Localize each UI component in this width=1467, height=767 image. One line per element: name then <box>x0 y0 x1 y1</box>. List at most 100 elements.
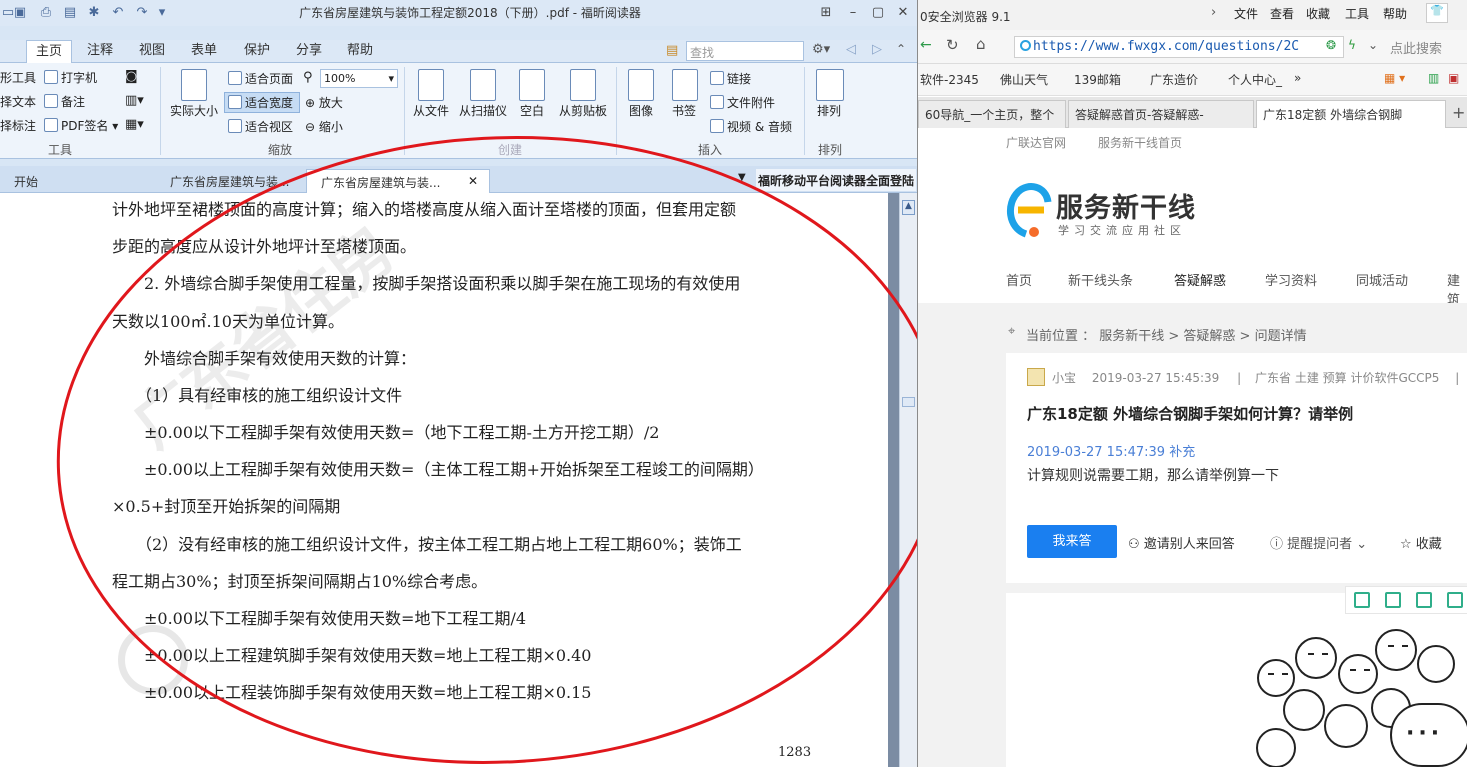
save-icon[interactable]: ▣ <box>12 5 28 21</box>
zoom-out-button[interactable]: ⊖ 缩小 <box>305 118 343 135</box>
nav-headlines[interactable]: 新干线头条 <box>1068 270 1133 289</box>
bookmark-button[interactable]: 书签 <box>672 102 696 119</box>
question-user[interactable]: 小宝 <box>1052 371 1076 385</box>
fullscreen-icon[interactable] <box>1385 592 1401 608</box>
avatar[interactable] <box>1027 368 1045 386</box>
nav-learning[interactable]: 学习资料 <box>1265 270 1317 289</box>
tab-help[interactable]: 帮助 <box>340 40 380 63</box>
bookmark-item[interactable]: 139邮箱 <box>1074 71 1121 88</box>
tab-share[interactable]: 分享 <box>289 40 329 63</box>
gear-icon[interactable]: ⚙▾ <box>812 42 830 57</box>
menu-help[interactable]: 帮助 <box>1383 5 1407 22</box>
skin-icon[interactable]: 👕 <box>1426 3 1448 23</box>
bookmark-item[interactable]: 个人中心_ <box>1228 71 1282 88</box>
dropdown-icon[interactable]: ⌄ <box>1368 38 1378 52</box>
doc-tab-active[interactable]: 广东省房屋建筑与装... <box>306 169 490 193</box>
bookmark-item[interactable]: 软件-2345 <box>920 71 979 88</box>
lightning-icon[interactable]: ϟ <box>1348 38 1356 52</box>
nav-qa[interactable]: 答疑解惑 <box>1174 270 1226 289</box>
copy-icon[interactable] <box>1354 592 1370 608</box>
from-file-button[interactable]: 从文件 <box>413 102 449 119</box>
video-audio-button[interactable]: 视频 & 音频 <box>710 118 792 135</box>
nav-home[interactable]: 首页 <box>1006 270 1032 289</box>
tab-list-icon[interactable]: ▼ <box>738 172 746 183</box>
fit-view-button[interactable]: 适合视区 <box>228 118 293 135</box>
undo-icon[interactable]: ↶ <box>110 5 126 21</box>
tab-form[interactable]: 表单 <box>184 40 224 63</box>
bookmark-item[interactable]: 广东造价 <box>1150 71 1198 88</box>
tab-view[interactable]: 视图 <box>132 40 172 63</box>
vertical-scrollbar[interactable]: ▲ <box>899 193 917 767</box>
menu-file[interactable]: 文件 <box>1234 5 1258 22</box>
browser-tab-active[interactable]: 广东18定额 外墙综合钢脚 <box>1256 100 1446 128</box>
new-tab-icon[interactable]: + <box>1452 103 1465 122</box>
site-logo[interactable]: 服务新干线 <box>1056 186 1196 225</box>
format-icon[interactable]: ▦▾ <box>125 117 144 132</box>
shape-tool[interactable]: 形工具 <box>0 69 36 86</box>
pdf-sign-button[interactable]: PDF签名 ▾ <box>44 117 118 134</box>
search-box[interactable]: 点此搜索 <box>1386 36 1467 58</box>
collapse-ribbon-icon[interactable]: ⌃ <box>896 42 906 56</box>
camera-icon[interactable]: ◙ <box>125 69 138 84</box>
close-button[interactable]: ✕ <box>892 3 914 23</box>
zoom-in-button[interactable]: ⊕ 放大 <box>305 94 343 111</box>
scroll-up-icon[interactable]: ▲ <box>902 200 915 215</box>
redo-icon[interactable]: ↷ <box>134 5 150 21</box>
menu-view[interactable]: 查看 <box>1270 5 1294 22</box>
search-input[interactable]: 查找 <box>686 41 804 61</box>
invite-button[interactable]: ⚇ 邀请别人来回答 <box>1128 533 1235 552</box>
chevron-right-icon[interactable]: › <box>1211 5 1216 20</box>
image-button[interactable]: 图像 <box>629 102 653 119</box>
tab-protect[interactable]: 保护 <box>237 40 277 63</box>
from-clipboard-button[interactable]: 从剪贴板 <box>559 102 607 119</box>
refresh-icon[interactable]: ↻ <box>946 36 959 54</box>
clipboard-icon[interactable]: ▥▾ <box>125 93 144 108</box>
nav-events[interactable]: 同城活动 <box>1356 270 1408 289</box>
layout-icon[interactable]: ⊞ <box>815 3 837 23</box>
remind-button[interactable]: ⓘ 提醒提问者 ⌄ <box>1270 533 1367 552</box>
arrange-button[interactable]: 排列 <box>817 102 841 119</box>
ad-icon[interactable]: ▣ <box>1448 71 1459 85</box>
top-link[interactable]: 广联达官网 <box>1006 134 1066 151</box>
blank-button[interactable]: 空白 <box>520 102 544 119</box>
actual-size-button[interactable]: 实际大小 <box>170 102 218 119</box>
link-button[interactable]: 链接 <box>710 70 751 87</box>
note-button[interactable]: 备注 <box>44 93 85 110</box>
address-bar[interactable]: https://www.fwxgx.com/questions/2C <box>1014 36 1344 58</box>
select-text-tool[interactable]: 择文本 <box>0 93 36 110</box>
bookmark-item[interactable]: 佛山天气 <box>1000 71 1048 88</box>
save-page-icon[interactable] <box>1416 592 1432 608</box>
attachment-button[interactable]: 文件附件 <box>710 94 775 111</box>
tab-comment[interactable]: 注释 <box>80 40 120 63</box>
select-annot-tool[interactable]: 择标注 <box>0 117 36 134</box>
next-icon[interactable]: ▷ <box>872 42 882 57</box>
breadcrumb[interactable]: 当前位置 ： 服务新干线 > 答疑解惑 > 问题详情 <box>1026 325 1307 344</box>
apps-icon[interactable]: ▦ ▾ <box>1384 71 1405 85</box>
chat-button[interactable]: ··· <box>1390 703 1467 767</box>
reader-icon[interactable]: ▥ <box>1428 71 1439 85</box>
menu-tools[interactable]: 工具 <box>1345 5 1369 22</box>
back-icon[interactable]: ← <box>920 37 932 53</box>
extension-icon[interactable]: ❂ <box>1326 38 1336 52</box>
browser-tab[interactable]: 60导航_一个主页，整个 <box>918 100 1066 128</box>
doc-tab[interactable]: 广东省房屋建筑与装... <box>156 169 302 193</box>
home-icon[interactable]: ⌂ <box>976 35 986 53</box>
favorite-button[interactable]: ☆ 收藏 <box>1400 533 1442 552</box>
print-icon[interactable]: ⎙ <box>38 5 54 21</box>
prev-icon[interactable]: ◁ <box>846 42 856 57</box>
scroll-thumb[interactable] <box>902 397 915 407</box>
doc-tab-start[interactable]: 开始 <box>0 169 150 193</box>
top-link[interactable]: 服务新干线首页 <box>1098 134 1182 151</box>
browser-tab[interactable]: 答疑解惑首页-答疑解惑- <box>1068 100 1254 128</box>
new-icon[interactable]: ✱ <box>86 5 102 21</box>
from-scanner-button[interactable]: 从扫描仪 <box>459 102 507 119</box>
share-icon[interactable] <box>1447 592 1463 608</box>
scan-icon[interactable]: ▤ <box>62 5 78 21</box>
menu-favorites[interactable]: 收藏 <box>1306 5 1330 22</box>
more-bookmarks-icon[interactable]: » <box>1294 71 1301 85</box>
promo-banner[interactable]: 福昕移动平台阅读器全面登陆 <box>756 169 916 191</box>
tab-home[interactable]: 主页 <box>26 40 72 64</box>
maximize-button[interactable]: ▢ <box>867 3 889 23</box>
fit-width-button[interactable]: 适合宽度 <box>228 94 293 111</box>
fit-page-button[interactable]: 适合页面 <box>228 70 293 87</box>
